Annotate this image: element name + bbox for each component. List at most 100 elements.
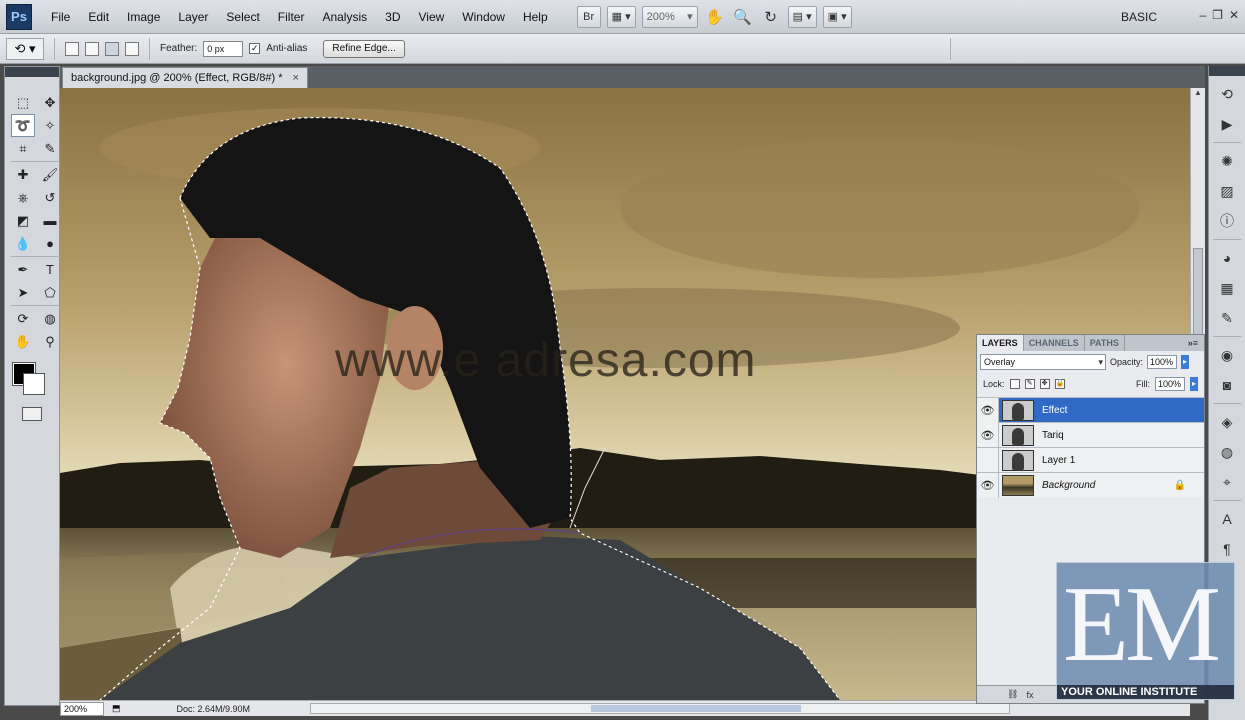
menu-filter[interactable]: Filter xyxy=(269,0,314,34)
zoom-tool-icon[interactable]: ⚲ xyxy=(38,330,62,353)
tab-paths[interactable]: PATHS xyxy=(1085,335,1125,351)
masks-panel-icon[interactable]: ▨ xyxy=(1214,179,1240,203)
photoshop-logo[interactable]: Ps xyxy=(6,3,32,30)
lock-transparent-icon[interactable] xyxy=(1009,379,1020,389)
hand-tool-icon[interactable]: ✋ xyxy=(704,6,726,28)
path-selection-icon[interactable]: ➤ xyxy=(11,281,35,304)
close-icon[interactable]: ✕ xyxy=(1229,8,1239,22)
close-tab-icon[interactable]: × xyxy=(293,68,299,88)
dodge-tool-icon[interactable]: ● xyxy=(38,232,62,255)
workspace-switcher[interactable]: BASIC xyxy=(1121,0,1157,34)
menu-view[interactable]: View xyxy=(409,0,453,34)
visibility-eye-icon[interactable]: 👁 xyxy=(977,422,999,448)
healing-brush-icon[interactable]: ✚ xyxy=(11,163,35,186)
tool-preset-picker[interactable]: ⟲ ▾ xyxy=(6,37,44,60)
visibility-eye-icon[interactable]: 👁 xyxy=(977,397,999,423)
paragraph-panel-icon[interactable]: ¶ xyxy=(1214,537,1240,561)
lock-all-icon[interactable]: 🔒 xyxy=(1054,379,1065,389)
history-panel-icon[interactable]: ⟲ xyxy=(1214,82,1240,106)
history-brush-icon[interactable]: ↺ xyxy=(38,186,62,209)
character-panel-icon[interactable]: A xyxy=(1214,507,1240,531)
eraser-tool-icon[interactable]: ◩ xyxy=(11,209,35,232)
pen-tool-icon[interactable]: ✒ xyxy=(11,258,35,281)
menu-window[interactable]: Window xyxy=(453,0,514,34)
zoom-tool-icon[interactable]: 🔍 xyxy=(732,6,754,28)
menu-image[interactable]: Image xyxy=(118,0,169,34)
minimize-icon[interactable]: – xyxy=(1199,8,1206,22)
layer-row-background[interactable]: 👁 Background 🔒 xyxy=(977,472,1204,498)
tools-panel-header[interactable] xyxy=(5,67,59,77)
quick-mask-button[interactable] xyxy=(22,407,42,421)
clone-source-panel-icon[interactable]: ◙ xyxy=(1214,373,1240,397)
menu-layer[interactable]: Layer xyxy=(169,0,217,34)
lock-pixels-icon[interactable]: ✎ xyxy=(1024,379,1035,389)
intersect-selection-button[interactable] xyxy=(125,41,139,56)
bridge-button[interactable]: Br xyxy=(576,5,601,28)
3d-rotate-icon[interactable]: ⟳ xyxy=(11,307,35,330)
gradient-tool-icon[interactable]: ▬ xyxy=(38,209,62,232)
zoom-field[interactable]: 200% xyxy=(60,701,104,716)
layer-row-layer1[interactable]: 👁 Layer 1 xyxy=(977,447,1204,473)
panel-menu-icon[interactable]: »≡ xyxy=(1182,335,1204,351)
antialias-checkbox[interactable]: ✓ xyxy=(249,43,261,54)
color-panel-icon[interactable]: ◕ xyxy=(1214,246,1240,270)
new-selection-button[interactable] xyxy=(65,41,79,56)
menu-select[interactable]: Select xyxy=(217,0,268,34)
crop-tool-icon[interactable]: ⌗ xyxy=(11,137,35,160)
layer-style-icon[interactable]: fx xyxy=(1026,690,1033,700)
blur-tool-icon[interactable]: 💧 xyxy=(11,232,35,255)
background-color-swatch[interactable] xyxy=(23,373,45,395)
menu-edit[interactable]: Edit xyxy=(79,0,118,34)
blend-mode-select[interactable]: Overlay xyxy=(980,354,1106,370)
clone-stamp-icon[interactable]: ⎈ xyxy=(11,186,35,209)
horizontal-scrollbar[interactable] xyxy=(310,703,1010,714)
swatches-panel-icon[interactable]: ▦ xyxy=(1214,276,1240,300)
layers-panel-icon[interactable]: ◈ xyxy=(1214,410,1240,434)
info-panel-icon[interactable]: ⓘ xyxy=(1214,209,1240,233)
lock-position-icon[interactable]: ✥ xyxy=(1039,379,1050,389)
scroll-up-icon[interactable]: ▲ xyxy=(1191,88,1205,102)
marquee-tool-icon[interactable]: ⬚ xyxy=(11,91,35,114)
status-info-icon[interactable]: ⬒ xyxy=(112,703,121,714)
link-layers-icon[interactable]: ⛓ xyxy=(1007,689,1018,700)
subtract-from-selection-button[interactable] xyxy=(105,41,119,56)
restore-icon[interactable]: ❐ xyxy=(1212,8,1223,22)
brush-tool-icon[interactable]: 🖌 xyxy=(38,163,62,186)
layer-row-tariq[interactable]: 👁 Tariq xyxy=(977,422,1204,448)
shape-tool-icon[interactable]: ⬠ xyxy=(38,281,62,304)
rotate-view-icon[interactable]: ↻ xyxy=(760,6,782,28)
menu-3d[interactable]: 3D xyxy=(376,0,409,34)
opacity-slider-icon[interactable]: ▸ xyxy=(1181,355,1190,369)
horizontal-scroll-thumb[interactable] xyxy=(591,705,801,712)
type-tool-icon[interactable]: T xyxy=(38,258,62,281)
actions-panel-icon[interactable]: ▶ xyxy=(1214,112,1240,136)
view-extras-button[interactable]: ▦ ▾ xyxy=(606,5,636,28)
add-to-selection-button[interactable] xyxy=(85,41,99,56)
visibility-toggle[interactable]: 👁 xyxy=(977,447,999,473)
feather-input[interactable]: 0 px xyxy=(203,40,244,57)
zoom-level-select[interactable]: 200% ▾ xyxy=(641,5,698,28)
hand-tool-icon[interactable]: ✋ xyxy=(11,330,35,353)
menu-analysis[interactable]: Analysis xyxy=(313,0,376,34)
tab-layers[interactable]: LAYERS xyxy=(977,335,1024,351)
dock-header[interactable] xyxy=(1209,66,1245,76)
arrange-documents-button[interactable]: ▤ ▾ xyxy=(787,5,817,28)
styles-panel-icon[interactable]: ✎ xyxy=(1214,306,1240,330)
3d-orbit-icon[interactable]: ◍ xyxy=(38,307,62,330)
menu-help[interactable]: Help xyxy=(514,0,557,34)
channels-panel-icon[interactable]: ◍ xyxy=(1214,440,1240,464)
adjustments-panel-icon[interactable]: ✺ xyxy=(1214,149,1240,173)
lasso-tool-icon[interactable]: ➰ xyxy=(11,114,35,137)
fill-input[interactable]: 100% xyxy=(1155,377,1185,391)
move-tool-icon[interactable]: ✥ xyxy=(38,91,62,114)
menu-file[interactable]: File xyxy=(42,0,79,34)
eyedropper-icon[interactable]: ✎ xyxy=(38,137,62,160)
fill-slider-icon[interactable]: ▸ xyxy=(1190,377,1198,391)
brushes-panel-icon[interactable]: ◉ xyxy=(1214,343,1240,367)
magic-wand-icon[interactable]: ✧ xyxy=(38,114,62,137)
layer-row-effect[interactable]: 👁 Effect xyxy=(977,397,1204,423)
visibility-eye-icon[interactable]: 👁 xyxy=(977,472,999,498)
tab-channels[interactable]: CHANNELS xyxy=(1024,335,1085,351)
opacity-input[interactable]: 100% xyxy=(1147,355,1178,369)
screen-mode-button[interactable]: ▣ ▾ xyxy=(822,5,852,28)
